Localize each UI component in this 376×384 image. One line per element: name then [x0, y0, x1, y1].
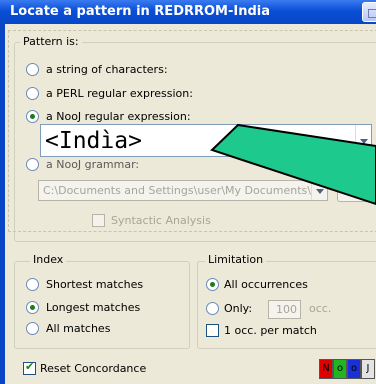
color-button-red[interactable]: N: [319, 359, 333, 379]
occurrence-count-input[interactable]: 100: [268, 300, 301, 319]
radio-all-matches[interactable]: [26, 322, 39, 335]
regex-input[interactable]: <Indìa>: [40, 124, 372, 157]
radio-all-occurrences[interactable]: [206, 278, 219, 291]
radio-grammar-label: a NooJ grammar:: [46, 158, 140, 171]
index-legend: Index: [30, 253, 67, 266]
radio-all-occurrences-label: All occurrences: [224, 278, 308, 291]
window-border: [0, 24, 5, 384]
radio-only[interactable]: [206, 302, 219, 315]
pattern-legend: Pattern is:: [20, 35, 82, 48]
set-button[interactable]: Set: [337, 179, 371, 202]
color-button-gray[interactable]: J: [361, 359, 375, 379]
color-button-green[interactable]: o: [333, 359, 347, 379]
radio-string[interactable]: [26, 63, 39, 76]
syntactic-analysis-checkbox[interactable]: [92, 214, 105, 227]
radio-only-label: Only:: [224, 302, 253, 315]
color-button-blue[interactable]: o: [347, 359, 361, 379]
maximize-button[interactable]: [362, 2, 376, 22]
radio-nooj-regex[interactable]: [26, 110, 39, 123]
radio-nooj-regex-label: a NooJ regular expression:: [46, 110, 191, 123]
reset-concordance-checkbox[interactable]: [23, 360, 36, 375]
radio-string-label: a string of characters:: [46, 63, 168, 76]
regex-dropdown-arrow[interactable]: [355, 125, 371, 156]
window-title: Locate a pattern in REDRROM-India: [10, 4, 271, 19]
radio-perl[interactable]: [26, 87, 39, 100]
radio-shortest[interactable]: [26, 278, 39, 291]
grammar-path-value: C:\Documents and Settings\user\My Docume…: [43, 184, 311, 197]
grammar-dropdown-arrow[interactable]: [311, 181, 327, 200]
grammar-path-select[interactable]: C:\Documents and Settings\user\My Docume…: [38, 180, 328, 201]
reset-concordance-label: Reset Concordance: [40, 362, 147, 375]
syntactic-analysis-label: Syntactic Analysis: [111, 214, 211, 227]
radio-all-matches-label: All matches: [46, 322, 111, 335]
regex-value: <Indìa>: [45, 128, 142, 154]
radio-perl-label: a PERL regular expression:: [46, 87, 193, 100]
one-per-match-label: 1 occ. per match: [224, 324, 317, 337]
radio-shortest-label: Shortest matches: [46, 278, 144, 291]
radio-longest[interactable]: [26, 301, 39, 314]
title-bar[interactable]: Locate a pattern in REDRROM-India: [0, 0, 376, 24]
radio-grammar[interactable]: [26, 158, 39, 171]
one-per-match-checkbox[interactable]: [206, 324, 219, 337]
limitation-legend: Limitation: [205, 253, 267, 266]
radio-longest-label: Longest matches: [46, 301, 141, 314]
occ-unit-label: occ.: [309, 302, 332, 315]
